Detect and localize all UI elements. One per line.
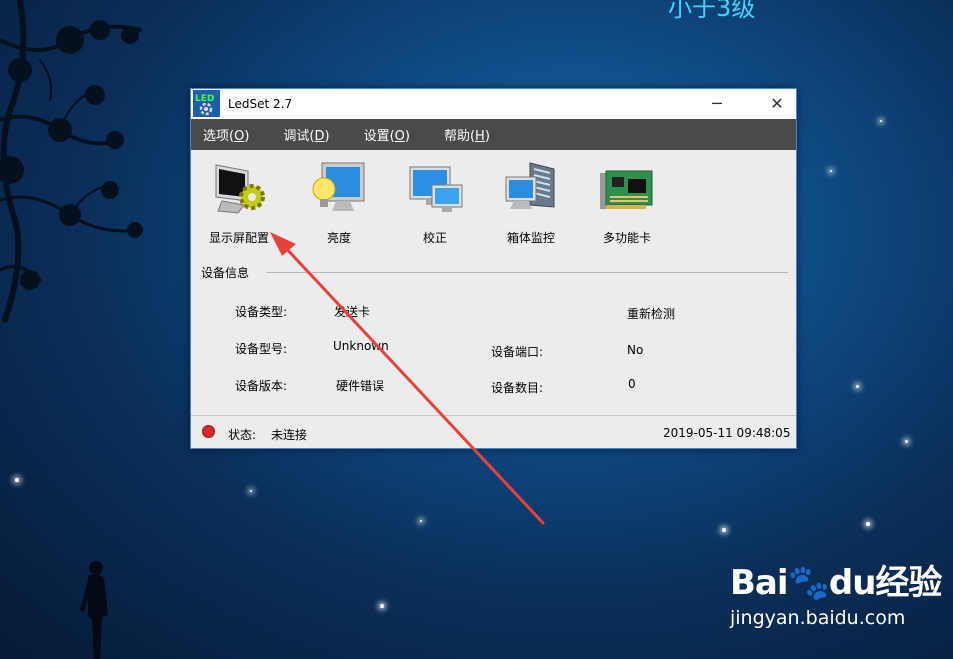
paw-icon: 🐾 xyxy=(787,563,830,603)
device-port-value: No xyxy=(627,343,644,357)
tool-label: 显示屏配置 xyxy=(208,231,269,245)
star xyxy=(380,604,384,608)
tool-brightness[interactable]: 亮度 xyxy=(291,159,387,246)
status-timestamp: 2019-05-11 09:48:05 xyxy=(663,426,791,440)
device-model-label: 设备型号: xyxy=(235,342,288,356)
menu-settings[interactable]: 设置(O) xyxy=(359,123,415,146)
star xyxy=(866,522,870,526)
star xyxy=(880,120,882,122)
monitor-gear-icon xyxy=(215,164,265,214)
tool-label: 箱体监控 xyxy=(506,231,555,245)
tool-label: 亮度 xyxy=(326,231,351,245)
tool-cabinet-monitor[interactable]: 箱体监控 xyxy=(483,159,579,246)
menu-options[interactable]: 选项(O) xyxy=(198,123,254,146)
svg-text:LED: LED xyxy=(195,94,214,104)
close-button[interactable]: ✕ xyxy=(762,92,792,116)
redetect-button[interactable]: 重新检测 xyxy=(627,305,675,322)
menu-bar: 选项(O) 调试(D) 设置(O) 帮助(H) xyxy=(191,119,796,150)
tool-label: 校正 xyxy=(422,231,447,245)
device-version-label: 设备版本: xyxy=(235,379,288,393)
toolbar: 显示屏配置 亮度 校正 箱体监控 多功能卡 xyxy=(191,151,796,251)
device-info-title: 设备信息 xyxy=(201,266,250,280)
star xyxy=(250,490,252,492)
star xyxy=(830,170,832,172)
window-title: LedSet 2.7 xyxy=(228,97,293,111)
status-indicator-icon xyxy=(202,425,215,438)
menu-help[interactable]: 帮助(H) xyxy=(439,123,495,146)
device-model-value: Unknown xyxy=(333,339,389,353)
ledset-window: LED LedSet 2.7 ─ ✕ 选项(O) 调试(D) 设置(O) 帮助(… xyxy=(190,88,797,449)
status-label: 状态: xyxy=(228,428,257,442)
ledset-app-icon: LED xyxy=(193,90,220,117)
person-silhouette xyxy=(80,561,108,659)
star xyxy=(420,520,422,522)
baidu-watermark: Bai🐾du经验 jingyan.baidu.com xyxy=(730,563,942,629)
status-value: 未连接 xyxy=(271,428,308,442)
device-port-label: 设备端口: xyxy=(491,345,544,359)
tool-calibration[interactable]: 校正 xyxy=(387,159,483,246)
watermark-url: jingyan.baidu.com xyxy=(730,607,906,629)
star xyxy=(856,385,859,388)
device-type-value: 发送卡 xyxy=(334,305,371,319)
device-count-label: 设备数目: xyxy=(491,381,544,395)
server-monitor-icon xyxy=(505,162,555,209)
minimize-button[interactable]: ─ xyxy=(702,92,732,116)
tool-multifunction-card[interactable]: 多功能卡 xyxy=(579,159,675,246)
background-caption: 小于3级 xyxy=(668,0,756,22)
star xyxy=(905,440,908,443)
dual-monitor-icon xyxy=(409,166,463,212)
device-type-label: 设备类型: xyxy=(235,305,288,319)
title-bar[interactable]: LED LedSet 2.7 ─ ✕ xyxy=(191,89,796,119)
star xyxy=(722,528,726,532)
menu-debug[interactable]: 调试(D) xyxy=(278,123,334,146)
tool-label: 多功能卡 xyxy=(602,231,651,245)
tree-silhouette xyxy=(0,0,143,323)
star xyxy=(15,478,19,482)
device-count-value: 0 xyxy=(628,377,636,391)
status-divider xyxy=(191,415,796,416)
device-version-value: 硬件错误 xyxy=(336,379,385,393)
monitor-bulb-icon xyxy=(312,162,365,211)
section-divider xyxy=(266,272,788,273)
tool-display-config[interactable]: 显示屏配置 xyxy=(191,159,287,246)
circuit-card-icon xyxy=(600,170,653,209)
